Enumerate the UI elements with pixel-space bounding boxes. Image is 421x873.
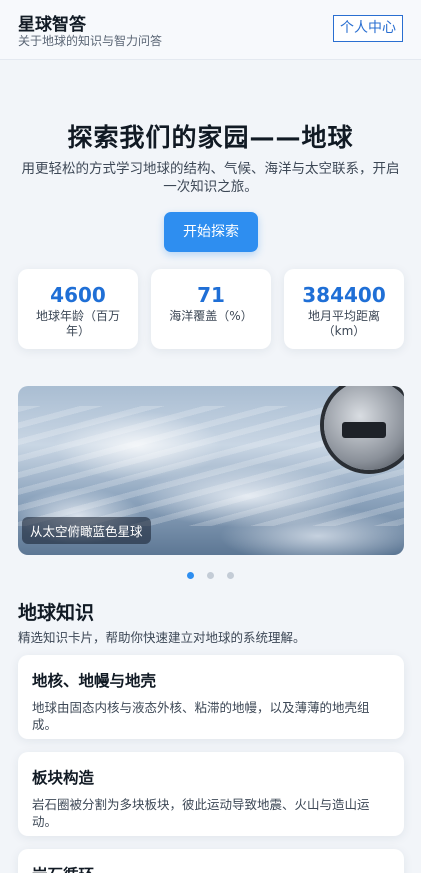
stat-card-earth-age: 4600 地球年龄（百万年） — [18, 269, 138, 349]
stat-value: 71 — [197, 283, 225, 307]
hero-title: 探索我们的家园——地球 — [67, 123, 354, 152]
carousel-dot-3[interactable] — [227, 572, 235, 579]
profile-button[interactable]: 个人中心 — [333, 15, 403, 42]
stat-label: 地球年龄（百万年） — [35, 309, 120, 338]
stat-label: 地月平均距离（km） — [307, 309, 380, 338]
stat-card-moon-distance: 384400 地月平均距离（km） — [284, 269, 404, 349]
hero-description: 用更轻松的方式学习地球的结构、气候、海洋与太空联系，开启一次知识之旅。 — [21, 161, 400, 195]
stat-value: 384400 — [302, 283, 386, 307]
carousel-caption: 从太空俯瞰蓝色星球 — [22, 517, 151, 544]
knowledge-card[interactable]: 板块构造 岩石圈被分割为多块板块，彼此运动导致地震、火山与造山运动。 — [18, 752, 404, 836]
carousel-dots — [0, 564, 421, 583]
stat-value: 4600 — [50, 283, 106, 307]
knowledge-card[interactable]: 岩石循环 — [18, 849, 404, 873]
carousel-dot-1[interactable] — [186, 572, 194, 579]
card-title: 岩石循环 — [32, 863, 390, 873]
section-subtitle: 精选知识卡片，帮助你快速建立对地球的系统理解。 — [18, 630, 306, 645]
card-description: 地球由固态内核与液态外核、粘滞的地幔，以及薄薄的地壳组成。 — [32, 700, 370, 732]
start-explore-button[interactable]: 开始探索 — [164, 212, 258, 252]
carousel-dot-2[interactable] — [207, 572, 214, 579]
section-title: 地球知识 — [18, 602, 95, 624]
stat-card-ocean-coverage: 71 海洋覆盖（%） — [151, 269, 271, 349]
app-subtitle: 关于地球的知识与智力问答 — [18, 34, 163, 48]
app-header: 星球智答 关于地球的知识与智力问答 个人中心 — [0, 0, 421, 60]
stat-label: 海洋覆盖（%） — [169, 309, 253, 323]
card-description: 岩石圈被分割为多块板块，彼此运动导致地震、火山与造山运动。 — [32, 797, 370, 829]
knowledge-card[interactable]: 地核、地幔与地壳 地球由固态内核与液态外核、粘滞的地幔，以及薄薄的地壳组成。 — [18, 655, 404, 739]
card-title: 地核、地幔与地壳 — [32, 672, 157, 690]
card-title: 板块构造 — [32, 769, 95, 787]
